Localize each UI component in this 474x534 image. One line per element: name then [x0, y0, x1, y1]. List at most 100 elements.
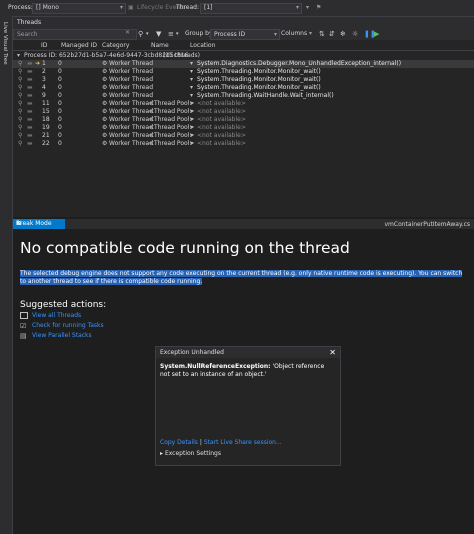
- thread-row[interactable]: ⚲ ▬ 9 0 ⚙ Worker Thread ▾ System.Threading.Wait…: [13, 92, 474, 100]
- chevron-down-icon[interactable]: ▾: [190, 108, 193, 116]
- thread-id-cell: 11: [42, 100, 50, 107]
- thread-row[interactable]: ⚲ ▬ 2 0 ⚙ Worker Thread ▾ System.Threading.Moni…: [13, 68, 474, 76]
- flag-icon[interactable]: ⚲: [18, 84, 22, 92]
- chevron-down-icon[interactable]: ▾: [176, 31, 179, 37]
- columns-button[interactable]: Columns: [281, 30, 307, 37]
- thread-row[interactable]: ⚲ ▬ 18 0 ⚙ Worker Thread <Thread Pool> ▾ <not av…: [13, 116, 474, 124]
- thread-row[interactable]: ⚲ ▬ 22 0 ⚙ Worker Thread <Thread Pool> ▾ <not av…: [13, 140, 474, 148]
- start-live-share-link[interactable]: Start Live Share session...: [204, 439, 282, 446]
- flag-icon[interactable]: ⚲: [18, 100, 22, 108]
- chevron-down-icon[interactable]: ▾: [190, 100, 193, 108]
- name-cell: <Thread Pool>: [149, 108, 195, 115]
- category-cell: Worker Thread: [109, 60, 154, 67]
- break-mode-tab[interactable]: Break Mode ⊞ ✕: [13, 219, 65, 229]
- chevron-down-icon[interactable]: ▾: [190, 116, 193, 124]
- threads-toolbar: Search ✕ ⚲ ▾ ▼ ≡ ▾ Group by: Process ID …: [13, 28, 474, 40]
- flag-icon[interactable]: ⚲: [18, 124, 22, 132]
- chevron-down-icon: ▾: [309, 30, 313, 37]
- chevron-down-icon[interactable]: ▾: [190, 140, 193, 148]
- thread-row[interactable]: ⚲ ▬ 3 0 ⚙ Worker Thread ▾ System.Threading.Moni…: [13, 76, 474, 84]
- thread-marker-icon: ▬: [27, 76, 33, 83]
- process-dropdown[interactable]: [] Mono ▾: [32, 3, 126, 14]
- group-by-dropdown[interactable]: Process ID ▾: [210, 29, 280, 40]
- thaw-icon[interactable]: ☼: [352, 30, 358, 38]
- close-icon[interactable]: ✕: [329, 348, 336, 357]
- flag-icon[interactable]: ⚲: [18, 92, 22, 100]
- thread-row[interactable]: ⚲ ▬ 15 0 ⚙ Worker Thread <Thread Pool> ▾ <not av…: [13, 108, 474, 116]
- flag-icon[interactable]: ⚲: [18, 132, 22, 140]
- exception-message: System.NullReferenceException: 'Object r…: [160, 363, 334, 379]
- check-running-tasks-link[interactable]: ☑ Check for running Tasks: [20, 322, 104, 330]
- thread-dropdown[interactable]: [1] ▾: [200, 3, 302, 14]
- thread-row[interactable]: ⚲ ▬ ➜ 1 0 ⚙ Worker Thread ▾ System.Diagnostics.D…: [13, 60, 474, 68]
- flag-icon[interactable]: ⚲: [18, 108, 22, 116]
- filter-icon[interactable]: ▾: [306, 4, 309, 11]
- thread-label: Thread:: [176, 4, 200, 11]
- parallel-stacks-icon: ▤: [20, 332, 27, 340]
- chevron-down-icon[interactable]: ▾: [190, 76, 193, 84]
- flag-icon[interactable]: ⚑: [316, 4, 321, 11]
- flag-icon[interactable]: ⚲: [18, 76, 22, 84]
- process-group-row[interactable]: ▾ Process ID: 652b27d1-b5a7-4e6d-9447-3c…: [13, 51, 474, 60]
- flag-icon[interactable]: ⚲: [18, 140, 22, 148]
- close-icon[interactable]: ✕: [16, 220, 63, 227]
- thread-value: [1]: [204, 4, 213, 11]
- location-cell: System.Threading.Monitor.Monitor_wait(): [197, 76, 321, 83]
- chevron-down-icon[interactable]: ▾: [146, 31, 149, 37]
- managed-id-cell: 0: [58, 60, 62, 67]
- thread-id-cell: 3: [42, 76, 46, 83]
- column-header-location[interactable]: Location: [190, 42, 215, 49]
- thread-row[interactable]: ⚲ ▬ 19 0 ⚙ Worker Thread <Thread Pool> ▾ <not av…: [13, 124, 474, 132]
- copy-details-link[interactable]: Copy Details: [160, 439, 198, 446]
- expand-icon[interactable]: ⇅: [319, 30, 325, 38]
- view-parallel-stacks-link[interactable]: ▤ View Parallel Stacks: [20, 332, 92, 340]
- thread-row[interactable]: ⚲ ▬ 4 0 ⚙ Worker Thread ▾ System.Threading.Moni…: [13, 84, 474, 92]
- thread-row[interactable]: ⚲ ▬ 21 0 ⚙ Worker Thread <Thread Pool> ▾ <not av…: [13, 132, 474, 140]
- location-cell: <not available>: [197, 108, 246, 115]
- exception-popup: Exception Unhandled ✕ System.NullReferen…: [155, 346, 341, 466]
- chevron-down-icon[interactable]: ▾: [190, 124, 193, 132]
- category-cell: Worker Thread: [109, 108, 154, 115]
- managed-id-cell: 0: [58, 68, 62, 75]
- managed-id-cell: 0: [58, 100, 62, 107]
- suggested-actions-heading: Suggested actions:: [20, 300, 107, 310]
- thread-row[interactable]: ⚲ ▬ 11 0 ⚙ Worker Thread <Thread Pool> ▾ <not av…: [13, 100, 474, 108]
- search-icon[interactable]: ⚲: [138, 30, 143, 38]
- worker-thread-icon: ⚙: [102, 76, 108, 83]
- exception-settings-toggle[interactable]: ▸ Exception Settings: [160, 450, 221, 457]
- chevron-down-icon[interactable]: ▾: [190, 132, 193, 140]
- search-input[interactable]: Search: [13, 29, 137, 40]
- flag-icon[interactable]: ⚲: [18, 116, 22, 124]
- filter-icon[interactable]: ▼: [156, 30, 161, 38]
- file-tab[interactable]: vmContainerPutItemAway.cs: [384, 221, 470, 228]
- managed-id-cell: 0: [58, 116, 62, 123]
- column-header-category[interactable]: Category: [102, 42, 129, 49]
- thread-id-cell: 1: [42, 60, 46, 67]
- chevron-down-icon[interactable]: ▾: [190, 68, 193, 76]
- flag-icon[interactable]: ⚲: [18, 68, 22, 76]
- filter-options-icon[interactable]: ≡: [168, 30, 174, 38]
- search-clear-icon[interactable]: ✕: [125, 29, 130, 36]
- play-icon[interactable]: ▶: [374, 30, 379, 38]
- thread-id-cell: 9: [42, 92, 46, 99]
- threads-panel: Threads Search ✕ ⚲ ▾ ▼ ≡ ▾ Group by: Pro…: [13, 17, 474, 217]
- location-cell: System.Threading.Monitor.Monitor_wait(): [197, 68, 321, 75]
- column-header-managed-id[interactable]: Managed ID: [61, 42, 97, 49]
- exception-popup-header: Exception Unhandled ✕: [156, 347, 340, 358]
- column-header-id[interactable]: ID: [41, 42, 47, 49]
- chevron-down-icon[interactable]: ▾: [190, 60, 193, 68]
- managed-id-cell: 0: [58, 132, 62, 139]
- freeze-icon[interactable]: ❄: [340, 30, 346, 38]
- live-visual-tree-tab[interactable]: Live Visual Tree: [2, 22, 8, 65]
- chevron-down-icon[interactable]: ▾: [190, 92, 193, 100]
- collapse-icon[interactable]: ⇵: [329, 30, 335, 38]
- category-cell: Worker Thread: [109, 76, 154, 83]
- lifecycle-events-icon[interactable]: ▣: [128, 4, 134, 11]
- chevron-down-icon[interactable]: ▾: [190, 84, 193, 92]
- chevron-down-icon[interactable]: ▾: [17, 52, 20, 59]
- view-all-threads-link[interactable]: View all Threads: [20, 312, 81, 319]
- column-header-name[interactable]: Name: [151, 42, 169, 49]
- exception-settings-label: Exception Settings: [164, 450, 221, 457]
- flag-icon[interactable]: ⚲: [18, 60, 22, 68]
- chevron-down-icon: ▾: [119, 4, 123, 11]
